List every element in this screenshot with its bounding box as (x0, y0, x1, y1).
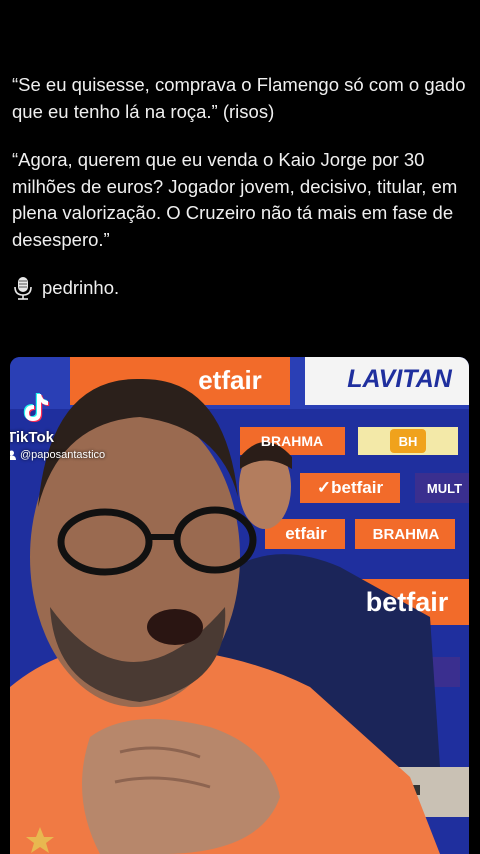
video-frame[interactable]: etfair LAVITAN BRAHMA BH ✓betfair MULT e… (10, 357, 469, 854)
sponsor-betfair-mid: ✓betfair (316, 478, 384, 497)
microphone-icon (14, 277, 32, 301)
signature-name: pedrinho. (42, 277, 120, 298)
sponsor-bh: BH (390, 429, 426, 453)
quote-paragraph-1: “Se eu quisesse, comprava o Flamengo só … (12, 74, 466, 122)
sponsor-brahma-1: BRAHMA (260, 433, 324, 449)
sponsor-brahma-2: BRAHMA (372, 525, 440, 543)
user-icon (10, 450, 16, 460)
sponsor-betfair-low: etfair (285, 524, 327, 543)
sponsor-betfair-right: betfair (365, 586, 449, 617)
quote-paragraph-2: “Agora, querem que eu venda o Kaio Jorge… (12, 149, 458, 250)
tiktok-handle[interactable]: @paposantastico (20, 449, 105, 461)
tiktok-handle-row: @paposantastico (10, 449, 105, 461)
tiktok-name: TikTok (10, 429, 54, 446)
sponsor-betfair-top: etfair (198, 364, 262, 395)
post-signature: pedrinho. (12, 275, 472, 302)
post-text: “Se eu quisesse, comprava o Flamengo só … (12, 72, 472, 302)
sponsor-multi: MULT (426, 480, 463, 496)
tiktok-logo-icon (23, 393, 50, 422)
sponsor-lavitan: LAVITAN (347, 364, 452, 393)
